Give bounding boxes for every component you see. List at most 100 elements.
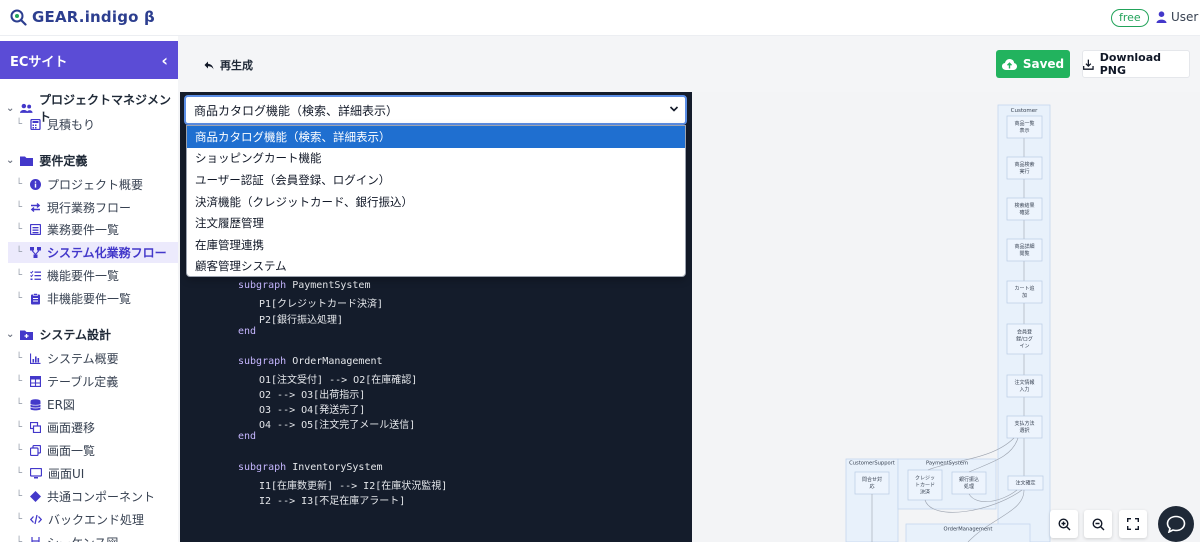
- expand-icon: [1127, 518, 1139, 530]
- chat-button[interactable]: [1158, 506, 1194, 542]
- sidebar-item-business-req[interactable]: └ 業務要件一覧: [16, 219, 172, 240]
- code-icon: [30, 514, 42, 525]
- list-icon: [30, 224, 41, 235]
- logo-icon: [10, 9, 27, 26]
- feature-option[interactable]: ショッピングカート機能: [187, 148, 685, 170]
- sidebar-item-label: バックエンド処理: [48, 513, 145, 527]
- sidebar-item-common-components[interactable]: └ 共通コンポーネント: [16, 486, 172, 507]
- support-subgraph-title: CustomerSupport: [849, 461, 895, 467]
- feature-select-value: 商品カタログ機能（検索、詳細表示）: [194, 103, 399, 118]
- zoom-in-icon: [1057, 517, 1070, 530]
- sidebar-item-nonfunctional-req[interactable]: └ 非機能要件一覧: [16, 288, 172, 309]
- sidebar-item-current-flow[interactable]: └ 現行業務フロー: [16, 197, 172, 218]
- regenerate-label: 再生成: [220, 59, 253, 72]
- code-line: subgraph OrderManagement: [238, 355, 383, 367]
- checklist-icon: [30, 270, 41, 280]
- zoom-in-button[interactable]: [1050, 510, 1078, 538]
- bar-chart-icon: [30, 353, 41, 364]
- users-icon: [20, 103, 33, 113]
- code-line: O4 --> O5[注文完了メール送信]: [259, 420, 416, 432]
- sidebar-item-label: 共通コンポーネント: [47, 490, 156, 504]
- user-label: User: [1171, 10, 1199, 24]
- info-icon: [30, 179, 41, 190]
- code-line: O3 --> O4[発送完了]: [259, 405, 366, 417]
- sidebar-item-label: 画面遷移: [47, 421, 96, 435]
- sidebar-item-er-diagram[interactable]: └ ER図: [16, 394, 172, 415]
- chevron-down-icon: ⌄: [6, 102, 15, 114]
- swap-icon: [30, 202, 41, 213]
- project-header[interactable]: ECサイト ‹: [0, 41, 178, 79]
- code-line: end: [238, 325, 257, 337]
- sidebar-item-system-overview[interactable]: └ システム概要: [16, 348, 172, 369]
- section-system-design[interactable]: ⌄ システム設計: [6, 326, 111, 343]
- zoom-out-icon: [1091, 517, 1104, 530]
- calculator-icon: [30, 119, 41, 130]
- sidebar-item-label: 画面一覧: [47, 444, 96, 458]
- regenerate-button[interactable]: 再生成: [204, 57, 253, 73]
- diagram-preview[interactable]: Customer 商品一覧表示 商品検索実行 検索結果確認 商品詳細閲覧 カート追加 会員登…: [692, 92, 1200, 542]
- sidebar-item-system-flow[interactable]: └ システム化業務フロー: [8, 242, 178, 263]
- table-icon: [30, 376, 41, 387]
- user-menu[interactable]: User: [1156, 10, 1198, 24]
- feature-select[interactable]: 商品カタログ機能（検索、詳細表示）: [184, 95, 687, 125]
- sidebar-item-label: システム化業務フロー: [47, 246, 167, 260]
- feature-option[interactable]: ユーザー認証（会員登録、ログイン）: [187, 169, 685, 191]
- main-content: 再生成 Saved Download PNG A8 --> A9[注文確定]en…: [178, 36, 1200, 542]
- customer-subgraph-title: Customer: [1011, 108, 1038, 114]
- sidebar-item-project-overview[interactable]: └ プロジェクト概要: [16, 174, 172, 195]
- sidebar-item-estimate[interactable]: └ 見積もり: [16, 114, 172, 135]
- chevron-down-icon: ⌄: [6, 329, 15, 340]
- folder-icon: [20, 156, 34, 166]
- sidebar-item-functional-req[interactable]: └ 機能要件一覧: [16, 265, 172, 286]
- sidebar-item-sequence[interactable]: └ シーケンス図: [16, 532, 172, 542]
- code-line: I1[在庫数更新] --> I2[在庫状況監視]: [259, 480, 448, 492]
- section-requirements[interactable]: ⌄ 要件定義: [6, 152, 87, 169]
- zoom-out-button[interactable]: [1084, 510, 1112, 538]
- feature-option[interactable]: 商品カタログ機能（検索、詳細表示）: [187, 126, 685, 148]
- sidebar-item-table-def[interactable]: └ テーブル定義: [16, 371, 172, 392]
- sidebar-item-label: テーブル定義: [47, 375, 119, 389]
- diamond-icon: [30, 491, 41, 502]
- feature-option[interactable]: 注文履歴管理: [187, 212, 685, 234]
- collapse-sidebar-icon[interactable]: ‹: [161, 51, 168, 70]
- feature-option[interactable]: 在庫管理連携: [187, 234, 685, 256]
- sidebar-item-label: 見積もり: [47, 118, 96, 132]
- feature-dropdown-list: 商品カタログ機能（検索、詳細表示） ショッピングカート機能 ユーザー認証（会員登…: [186, 125, 686, 277]
- app-logo[interactable]: GEAR.indigo β: [10, 8, 155, 26]
- sidebar-item-label: プロジェクト概要: [47, 178, 144, 192]
- clipboard-icon: [31, 292, 40, 304]
- code-line: subgraph PaymentSystem: [238, 280, 371, 292]
- download-png-button[interactable]: Download PNG: [1082, 50, 1190, 78]
- reply-icon: [204, 61, 214, 69]
- feature-option[interactable]: 決済機能（クレジットカード、銀行振込）: [187, 191, 685, 213]
- sidebar-item-label: 画面UI: [48, 467, 85, 481]
- flow-icon: [30, 247, 41, 258]
- chat-bubble-icon: [1166, 515, 1186, 533]
- sidebar-item-screen-transition[interactable]: └ 画面遷移: [16, 417, 172, 438]
- feature-option[interactable]: 顧客管理システム: [187, 256, 685, 276]
- fullscreen-button[interactable]: [1119, 510, 1147, 538]
- plan-badge: free: [1111, 9, 1149, 27]
- saved-button[interactable]: Saved: [996, 50, 1070, 78]
- windows-icon: [30, 422, 41, 433]
- sidebar-item-label: 業務要件一覧: [47, 223, 120, 237]
- flow-node-label: 注文確定: [1015, 480, 1035, 487]
- top-bar: GEAR.indigo β free User: [0, 0, 1200, 36]
- section-label: 要件定義: [39, 154, 88, 168]
- download-label: Download PNG: [1099, 51, 1162, 77]
- flow-diagram: Customer商品一覧表示商品検索実行検索結果確認商品詳細閲覧カート追加会員登…: [845, 104, 1051, 542]
- saved-label: Saved: [1022, 57, 1065, 71]
- sidebar-item-label: ER図: [47, 398, 75, 412]
- project-name: ECサイト: [10, 54, 68, 70]
- sidebar-item-screen-ui[interactable]: └ 画面UI: [16, 463, 172, 484]
- code-line: subgraph InventorySystem: [238, 461, 383, 473]
- code-line: P1[クレジットカード決済]: [259, 299, 384, 311]
- sidebar-item-screen-list[interactable]: └ 画面一覧: [16, 440, 172, 461]
- code-line: P2[銀行振込処理]: [259, 314, 344, 326]
- sidebar-item-label: 現行業務フロー: [47, 201, 132, 215]
- sidebar-item-backend[interactable]: └ バックエンド処理: [16, 509, 172, 530]
- code-line: O1[注文受付] --> O2[在庫確認]: [259, 374, 418, 386]
- chevron-down-icon: [669, 104, 679, 117]
- code-line: end: [238, 431, 257, 443]
- user-icon: [1156, 11, 1167, 23]
